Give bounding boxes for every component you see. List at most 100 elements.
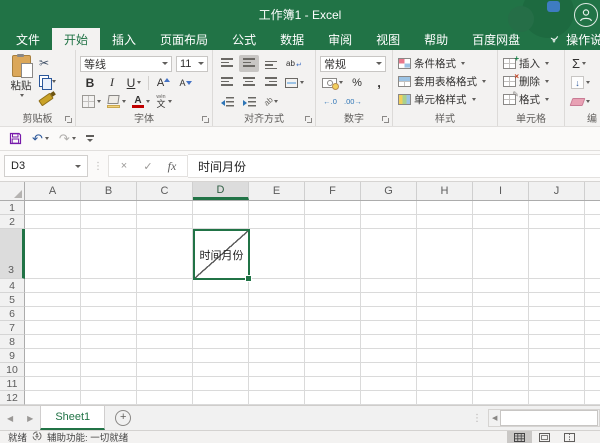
cell-J1[interactable]: [529, 201, 585, 215]
cell-D10[interactable]: [193, 363, 249, 377]
cell-C2[interactable]: [137, 215, 193, 229]
fill-handle[interactable]: [245, 275, 252, 282]
scroll-left-icon[interactable]: ◀: [489, 414, 500, 422]
percent-style-button[interactable]: %: [347, 74, 367, 91]
insert-cells-button[interactable]: +插入: [502, 54, 561, 72]
cell-E8[interactable]: [249, 335, 305, 349]
comma-style-button[interactable]: ,: [369, 74, 389, 91]
cell-E1[interactable]: [249, 201, 305, 215]
cell-G12[interactable]: [361, 391, 417, 405]
cell-E3[interactable]: [249, 229, 305, 279]
name-box[interactable]: D3: [4, 155, 88, 177]
cell-I2[interactable]: [473, 215, 529, 229]
cell-E4[interactable]: [249, 279, 305, 293]
cell-G10[interactable]: [361, 363, 417, 377]
font-dialog-launcher[interactable]: [201, 115, 210, 124]
cell-B7[interactable]: [81, 321, 137, 335]
cell-D7[interactable]: [193, 321, 249, 335]
cell-I5[interactable]: [473, 293, 529, 307]
cell-D8[interactable]: [193, 335, 249, 349]
accounting-format-button[interactable]: [320, 74, 345, 91]
cell-F1[interactable]: [305, 201, 361, 215]
underline-button[interactable]: U: [124, 74, 144, 91]
cell-H11[interactable]: [417, 377, 473, 391]
enter-button[interactable]: ✓: [137, 160, 159, 173]
cell-clipped-6[interactable]: [585, 307, 600, 321]
cell-H1[interactable]: [417, 201, 473, 215]
cell-A5[interactable]: [25, 293, 81, 307]
cell-C8[interactable]: [137, 335, 193, 349]
cell-C7[interactable]: [137, 321, 193, 335]
cell-clipped-11[interactable]: [585, 377, 600, 391]
italic-button[interactable]: I: [102, 74, 122, 91]
cell-clipped-4[interactable]: [585, 279, 600, 293]
font-size-select[interactable]: 11: [176, 56, 208, 72]
cell-D4[interactable]: [193, 279, 249, 293]
cell-F6[interactable]: [305, 307, 361, 321]
cell-C6[interactable]: [137, 307, 193, 321]
decrease-decimal-button[interactable]: .00→: [342, 93, 364, 110]
formula-input[interactable]: 时间月份: [188, 154, 600, 178]
cell-A3[interactable]: [25, 229, 81, 279]
cell-A2[interactable]: [25, 215, 81, 229]
cancel-button[interactable]: ×: [113, 160, 135, 172]
cell-G3[interactable]: [361, 229, 417, 279]
view-page-layout-button[interactable]: [532, 431, 557, 443]
column-header-B[interactable]: B: [81, 182, 137, 200]
tab-数据[interactable]: 数据: [268, 28, 316, 50]
cell-F3[interactable]: [305, 229, 361, 279]
cell-A12[interactable]: [25, 391, 81, 405]
cell-E5[interactable]: [249, 293, 305, 307]
cell-A4[interactable]: [25, 279, 81, 293]
cell-I1[interactable]: [473, 201, 529, 215]
cell-C1[interactable]: [137, 201, 193, 215]
cell-A9[interactable]: [25, 349, 81, 363]
cell-clipped-9[interactable]: [585, 349, 600, 363]
cell-B10[interactable]: [81, 363, 137, 377]
cell-F5[interactable]: [305, 293, 361, 307]
alignment-dialog-launcher[interactable]: [304, 115, 313, 124]
column-header-H[interactable]: H: [417, 182, 473, 200]
cell-I9[interactable]: [473, 349, 529, 363]
cell-J12[interactable]: [529, 391, 585, 405]
cell-D1[interactable]: [193, 201, 249, 215]
column-header-G[interactable]: G: [361, 182, 417, 200]
row-header-9[interactable]: 9: [0, 349, 25, 363]
cell-G4[interactable]: [361, 279, 417, 293]
view-page-break-button[interactable]: [557, 431, 582, 443]
cell-G11[interactable]: [361, 377, 417, 391]
cell-D6[interactable]: [193, 307, 249, 321]
cell-I8[interactable]: [473, 335, 529, 349]
cell-B2[interactable]: [81, 215, 137, 229]
cell-E10[interactable]: [249, 363, 305, 377]
orientation-button[interactable]: ab: [261, 93, 281, 110]
cell-A10[interactable]: [25, 363, 81, 377]
align-right-button[interactable]: [261, 74, 281, 91]
align-bottom-button[interactable]: [261, 55, 281, 72]
cell-I12[interactable]: [473, 391, 529, 405]
cell-H12[interactable]: [417, 391, 473, 405]
cell-I7[interactable]: [473, 321, 529, 335]
cell-F8[interactable]: [305, 335, 361, 349]
cell-F7[interactable]: [305, 321, 361, 335]
cell-C11[interactable]: [137, 377, 193, 391]
cell-D11[interactable]: [193, 377, 249, 391]
row-header-8[interactable]: 8: [0, 335, 25, 349]
cell-F10[interactable]: [305, 363, 361, 377]
decrease-indent-button[interactable]: [217, 93, 237, 110]
decrease-font-size-button[interactable]: A: [175, 74, 195, 91]
cell-E7[interactable]: [249, 321, 305, 335]
column-header-C[interactable]: C: [137, 182, 193, 200]
cell-H6[interactable]: [417, 307, 473, 321]
cell-D2[interactable]: [193, 215, 249, 229]
cell-G1[interactable]: [361, 201, 417, 215]
scrollbar-thumb[interactable]: [500, 410, 598, 426]
cell-J7[interactable]: [529, 321, 585, 335]
cell-G9[interactable]: [361, 349, 417, 363]
autosum-button[interactable]: Σ: [569, 55, 589, 72]
bold-button[interactable]: B: [80, 74, 100, 91]
cell-J11[interactable]: [529, 377, 585, 391]
cell-J6[interactable]: [529, 307, 585, 321]
cell-J2[interactable]: [529, 215, 585, 229]
cell-C9[interactable]: [137, 349, 193, 363]
